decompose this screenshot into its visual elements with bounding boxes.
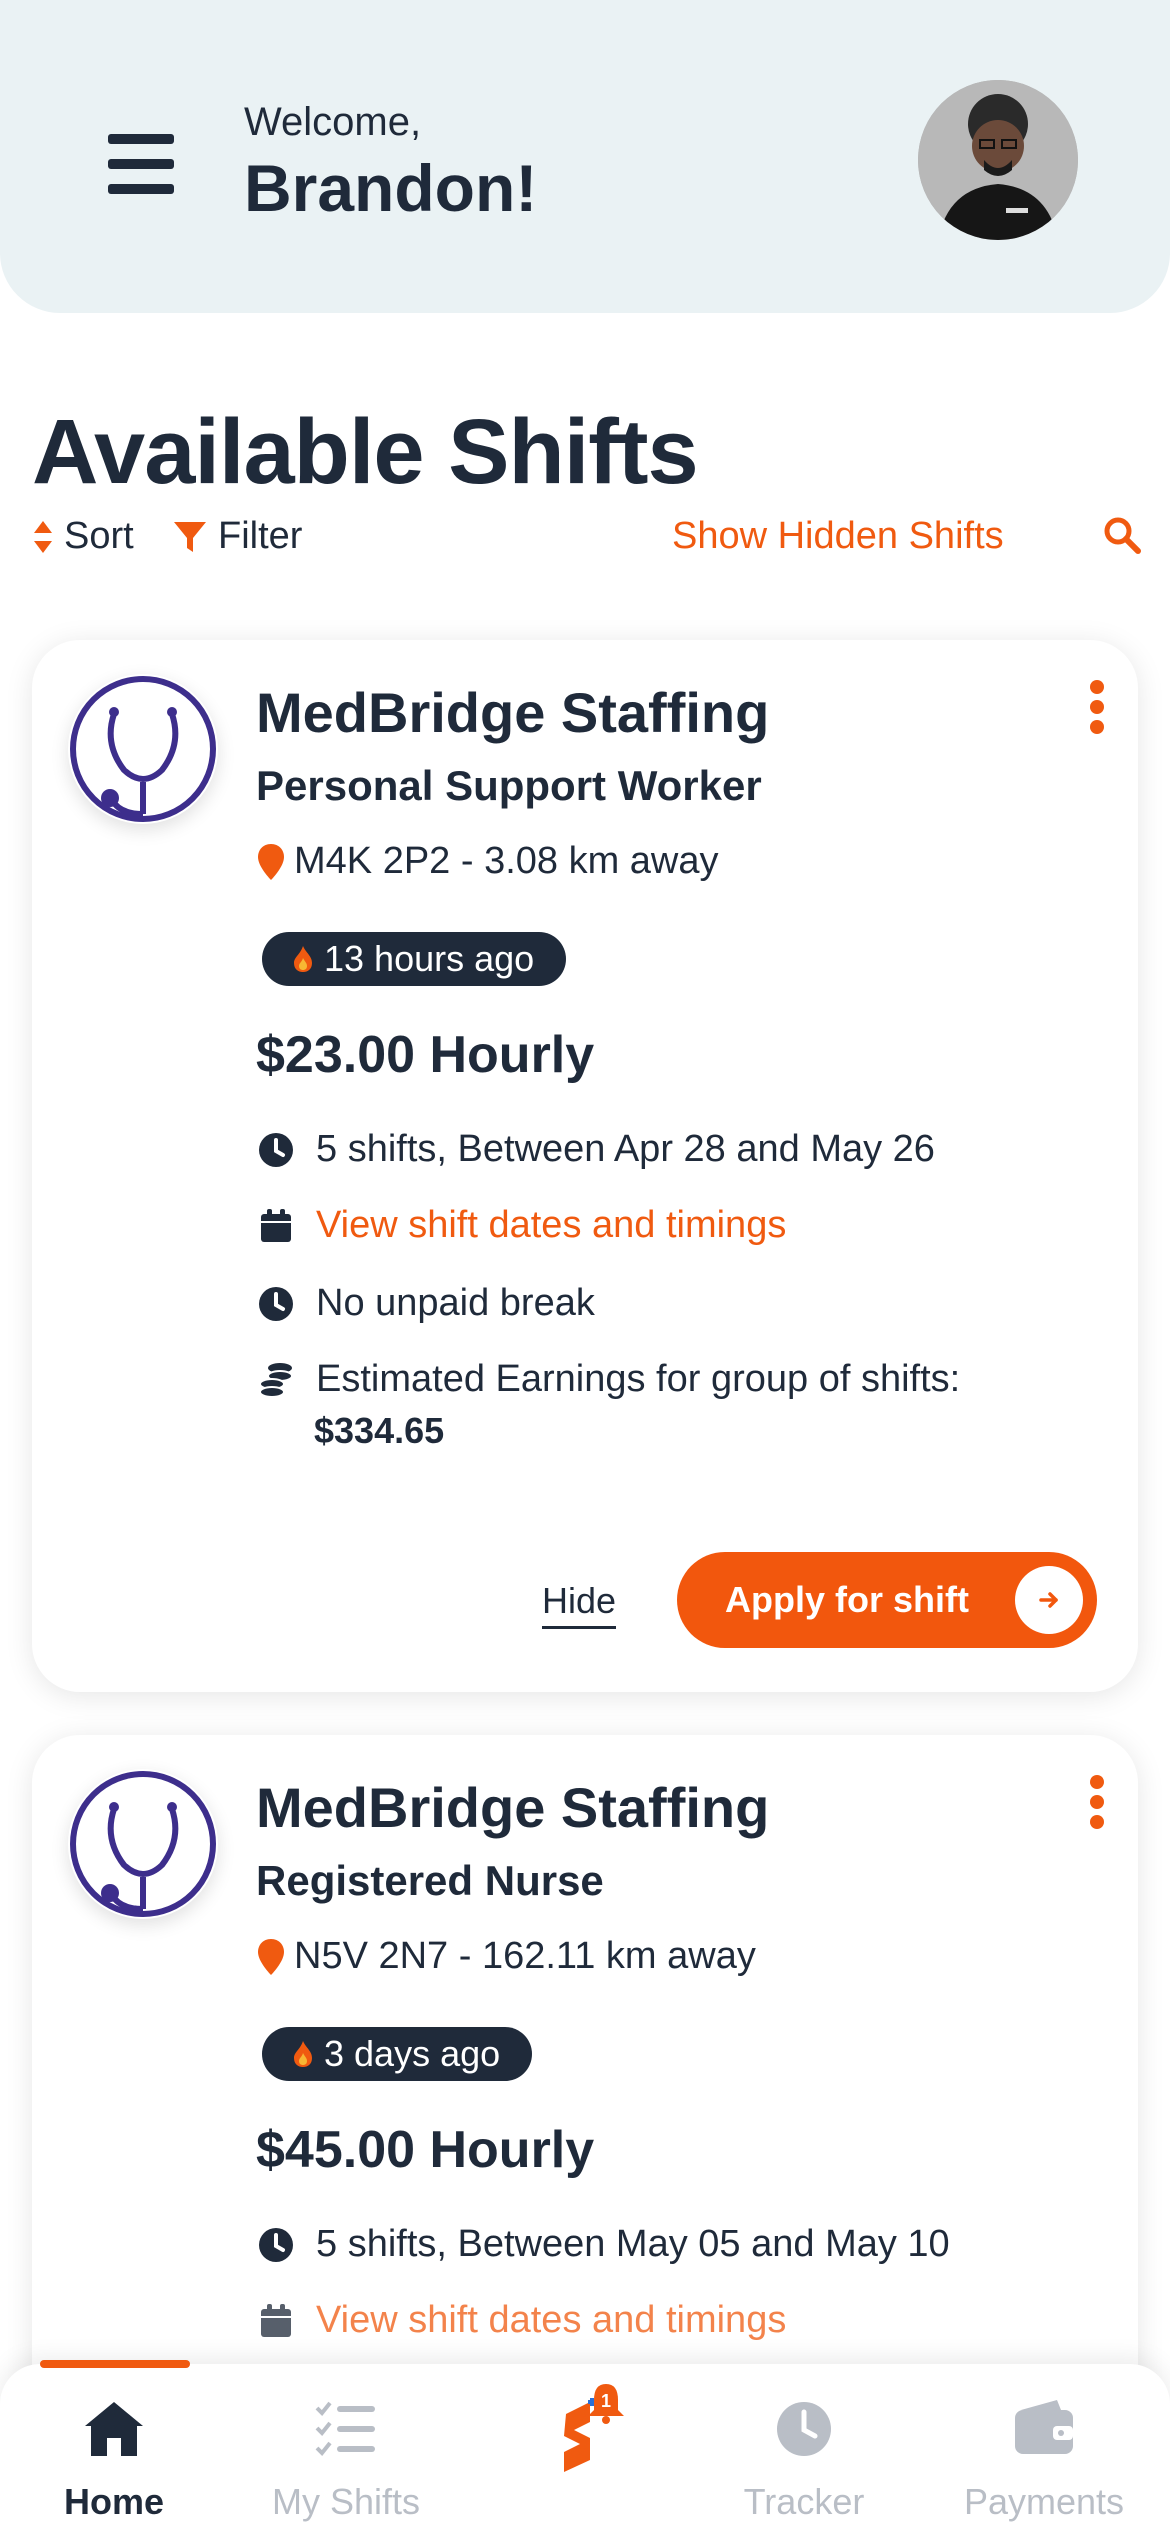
nav-my-shifts[interactable]: My Shifts [246, 2394, 446, 2523]
nav-payments[interactable]: Payments [944, 2394, 1144, 2523]
view-dates-link[interactable]: View shift dates and timings [256, 2299, 786, 2342]
schedule-text: 5 shifts, Between May 05 and May 10 [316, 2223, 950, 2265]
job-role: Personal Support Worker [256, 762, 762, 809]
shift-card[interactable]: MedBridge Staffing Personal Support Work… [32, 640, 1138, 1692]
search-icon [1104, 517, 1141, 554]
posted-time: 13 hours ago [324, 938, 535, 979]
welcome-text: Welcome, [244, 100, 422, 144]
clock-icon [259, 2228, 293, 2262]
earnings-amount: $334.65 [314, 1410, 445, 1451]
filter-button[interactable]: Filter [172, 515, 302, 558]
location-pin-icon [258, 843, 284, 880]
shift-location: N5V 2N7 - 162.11 km away [256, 1935, 756, 1978]
calendar-icon [261, 1209, 291, 1242]
nav-my-shifts-label: My Shifts [271, 2481, 421, 2522]
bottom-navigation: Home My Shifts 1 Tracker Payments [0, 2360, 1170, 2532]
company-name: MedBridge Staffing [256, 681, 770, 744]
nav-payments-label: Payments [963, 2481, 1125, 2522]
job-role: Registered Nurse [256, 1857, 604, 1904]
company-logo [68, 674, 218, 824]
more-options-icon[interactable] [1090, 1775, 1106, 1835]
hourly-rate: $45.00 Hourly [256, 2121, 595, 2179]
app-header: Welcome, Brandon! [0, 0, 1170, 313]
nav-home[interactable]: Home [14, 2394, 214, 2523]
estimated-earnings: Estimated Earnings for group of shifts: [256, 1358, 960, 1401]
view-dates-label: View shift dates and timings [316, 2299, 787, 2341]
more-options-icon[interactable] [1090, 680, 1106, 740]
apply-label: Apply for shift [725, 1579, 969, 1620]
location-pin-icon [258, 1938, 284, 1975]
show-hidden-shifts-link[interactable]: Show Hidden Shifts [672, 515, 1004, 558]
stethoscope-icon [70, 1771, 216, 1917]
checklist-icon [315, 2401, 375, 2456]
nav-center-action[interactable]: 1 [485, 2374, 685, 2489]
notification-badge-count: 1 [601, 2391, 611, 2411]
clock-icon [259, 1133, 293, 1167]
nav-home-label: Home [63, 2481, 165, 2522]
active-tab-indicator [40, 2360, 190, 2368]
avatar[interactable] [918, 80, 1078, 240]
schedule-text: 5 shifts, Between Apr 28 and May 26 [316, 1128, 935, 1170]
flame-icon [294, 2041, 312, 2067]
username-heading: Brandon! [244, 151, 538, 225]
posted-time: 3 days ago [324, 2033, 501, 2074]
shift-schedule: 5 shifts, Between Apr 28 and May 26 [256, 1128, 935, 1171]
shift-schedule: 5 shifts, Between May 05 and May 10 [256, 2223, 950, 2266]
coins-icon [259, 1363, 293, 1398]
earnings-label: Estimated Earnings for group of shifts: [316, 1358, 961, 1400]
posted-time-badge: 13 hours ago [262, 932, 567, 986]
filter-label: Filter [218, 515, 303, 557]
sort-button[interactable]: Sort [32, 515, 134, 558]
filter-icon [174, 521, 206, 552]
apply-for-shift-button[interactable]: Apply for shift [677, 1552, 1097, 1648]
arrow-right-icon [1015, 1566, 1083, 1634]
break-info: No unpaid break [256, 1282, 595, 1325]
clock-icon [259, 1287, 293, 1321]
nav-tracker-label: Tracker [743, 2481, 865, 2522]
company-name: MedBridge Staffing [256, 1776, 770, 1839]
break-text: No unpaid break [316, 1282, 595, 1324]
location-text: N5V 2N7 - 162.11 km away [294, 1935, 756, 1977]
home-icon [85, 2402, 143, 2456]
view-dates-label: View shift dates and timings [316, 1204, 787, 1246]
flame-icon [294, 946, 312, 972]
posted-time-badge: 3 days ago [262, 2027, 533, 2081]
location-text: M4K 2P2 - 3.08 km away [294, 840, 719, 882]
shift-toolbar: Sort Filter Show Hidden Shifts [32, 515, 1142, 565]
hourly-rate: $23.00 Hourly [256, 1026, 595, 1084]
search-button[interactable] [1102, 515, 1142, 555]
page-title: Available Shifts [32, 401, 699, 503]
company-logo [68, 1769, 218, 1919]
nav-tracker[interactable]: Tracker [704, 2394, 904, 2523]
sort-label: Sort [64, 515, 134, 557]
sort-icon [34, 520, 52, 553]
hide-shift-button[interactable]: Hide [542, 1580, 617, 1629]
view-dates-link[interactable]: View shift dates and timings [256, 1204, 786, 1247]
wallet-icon [1015, 2400, 1073, 2454]
hamburger-menu-icon[interactable] [108, 134, 174, 194]
app-logo-icon: 1 [564, 2384, 624, 2472]
shift-location: M4K 2P2 - 3.08 km away [256, 840, 719, 883]
calendar-icon [261, 2304, 291, 2337]
stethoscope-icon [70, 676, 216, 822]
clock-icon [777, 2402, 831, 2456]
